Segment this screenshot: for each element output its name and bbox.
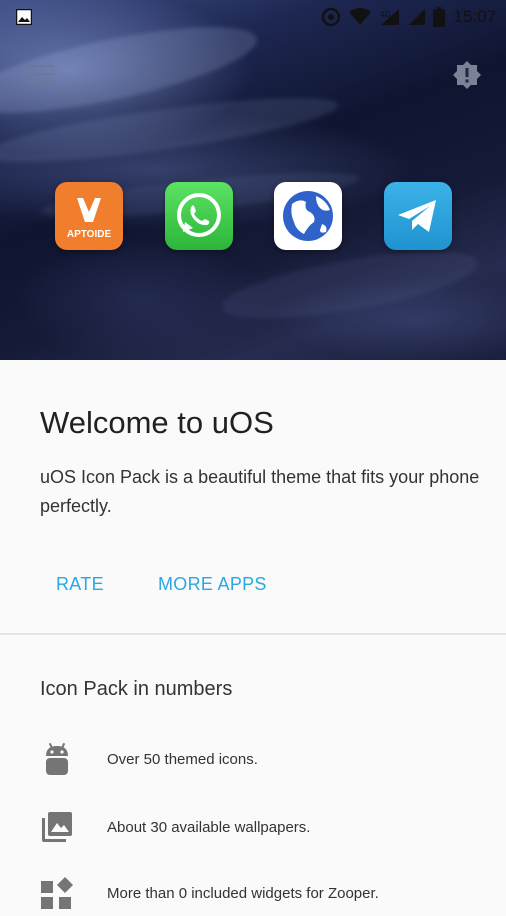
4g-signal-icon: 4G: [380, 9, 400, 25]
wifi-icon: [349, 8, 372, 25]
paper-plane-icon: [398, 200, 436, 232]
globe-icon: [283, 191, 333, 241]
sync-icon: [322, 7, 341, 27]
aptoide-app-icon[interactable]: APTOIDE: [55, 182, 123, 250]
welcome-description: uOS Icon Pack is a beautiful theme that …: [40, 467, 480, 516]
more-apps-button[interactable]: MORE APPS: [158, 570, 267, 598]
clock: 15:07: [453, 7, 496, 26]
numbers-title: Icon Pack in numbers: [40, 678, 233, 700]
stat-row-widgets: More than 0 included widgets for Zooper.: [0, 876, 506, 916]
alert-badge-icon[interactable]: [452, 60, 482, 90]
aptoide-logo-icon: APTOIDE: [67, 198, 112, 240]
aptoide-label: APTOIDE: [67, 229, 112, 240]
section-divider: [0, 633, 506, 635]
whatsapp-logo-icon: [177, 193, 221, 237]
rate-button[interactable]: RATE: [56, 570, 104, 598]
welcome-title: Welcome to uOS: [40, 405, 274, 440]
hero-wallpaper: [0, 0, 506, 360]
svg-text:4G: 4G: [380, 10, 391, 19]
status-icons: 4G 15:07: [321, 6, 496, 28]
stat-text-icons: Over 50 themed icons.: [107, 751, 258, 768]
widgets-icon: [41, 877, 73, 909]
battery-icon: [433, 7, 446, 27]
telegram-app-icon[interactable]: [384, 182, 452, 250]
whatsapp-app-icon[interactable]: [165, 182, 233, 250]
status-bar: 4G 15:07: [0, 0, 506, 34]
stat-row-wallpapers: About 30 available wallpapers.: [0, 810, 506, 850]
browser-app-icon[interactable]: [274, 182, 342, 250]
image-icon: [16, 9, 32, 25]
android-icon: [46, 742, 68, 775]
hamburger-menu-icon[interactable]: [26, 65, 54, 85]
stat-text-wallpapers: About 30 available wallpapers.: [107, 819, 311, 836]
signal-icon: [409, 9, 426, 25]
wallpapers-icon: [42, 812, 72, 842]
stat-row-icons: Over 50 themed icons.: [0, 742, 506, 782]
stat-text-widgets: More than 0 included widgets for Zooper.: [107, 885, 379, 902]
